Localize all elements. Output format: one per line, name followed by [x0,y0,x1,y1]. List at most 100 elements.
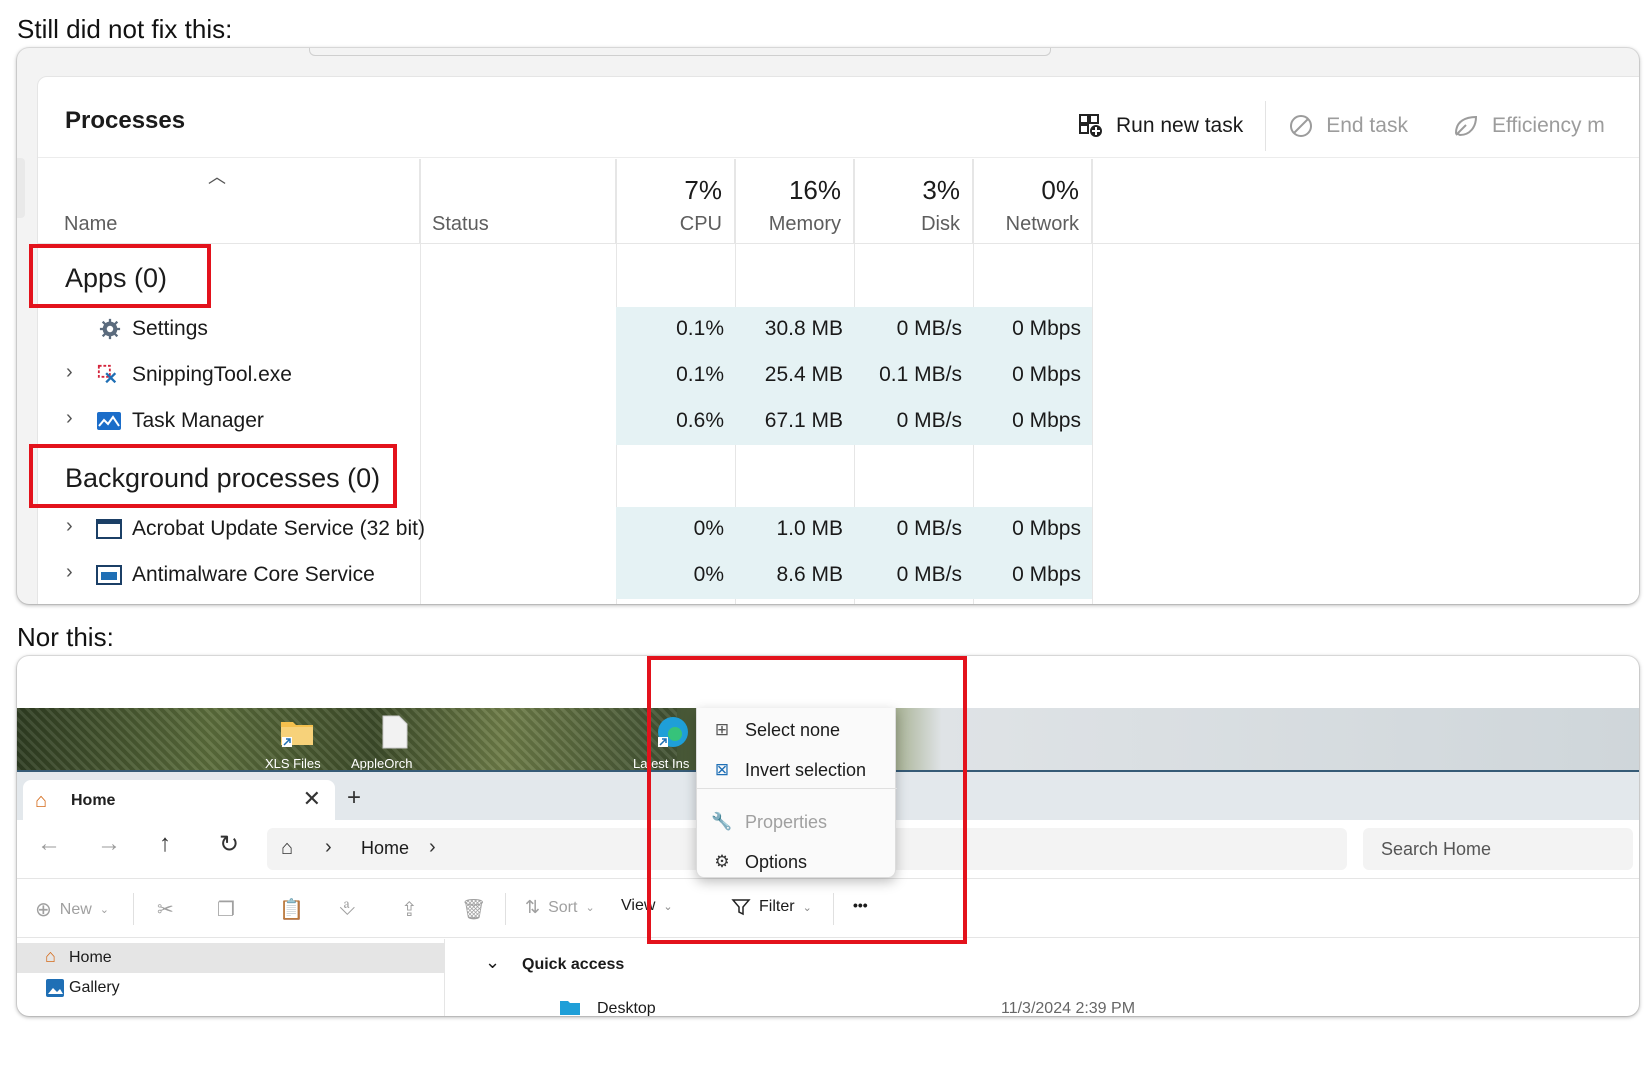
disk-value: 0 MB/s [896,563,962,586]
network-total: 0% [1041,175,1079,205]
column-header-cpu[interactable]: 7% CPU [616,159,735,244]
process-name: Task Manager [132,409,264,432]
highlight-box-background [29,444,397,508]
file-explorer-screenshot: XLS Files AppleOrch Latest Ins ⌂ Home ✕ … [17,656,1639,1016]
share-button[interactable]: ⇪ [401,897,418,922]
chevron-down-icon[interactable]: ⌄ [485,952,500,973]
file-icon[interactable] [377,714,413,750]
chevron-right-icon[interactable]: › [325,836,332,859]
column-label-status: Status [432,213,489,235]
memory-value: 25.4 MB [764,363,843,386]
network-value: 0 Mbps [1012,317,1081,340]
divider [133,893,134,925]
column-header-memory[interactable]: 16% Memory [735,159,854,244]
memory-value: 8.6 MB [776,563,843,586]
table-row[interactable]: Settings 0.1% 30.8 MB 0 MB/s 0 Mbps [38,307,1128,353]
chevron-right-icon[interactable]: › [66,561,73,584]
folder-icon [560,1001,580,1015]
desktop-label: XLS Files [265,756,321,770]
table-row[interactable]: › Task Manager 0.6% 67.1 MB 0 MB/s 0 Mbp… [38,399,1128,445]
cpu-value: 0% [693,517,724,540]
process-name: Acrobat Update Service (32 bit) [132,517,425,540]
trash-icon: 🗑 [461,899,487,921]
wallpaper-texture [17,708,677,770]
column-header-name[interactable]: ︿ Name [38,159,420,244]
nav-item-gallery[interactable]: Gallery [17,973,445,1003]
column-label-memory: Memory [768,213,841,235]
delete-button[interactable]: 🗑 [461,897,486,922]
column-header-status[interactable]: Status [420,159,616,244]
paste-button[interactable]: 📋 [279,897,304,922]
chevron-right-icon[interactable]: › [66,361,73,384]
process-name: Settings [132,317,208,340]
chevron-right-icon[interactable]: › [66,515,73,538]
disk-value: 0 MB/s [896,517,962,540]
memory-value: 1.0 MB [776,517,843,540]
desktop-label: AppleOrch [351,756,413,770]
run-new-task-button[interactable]: Run new task [1056,101,1265,151]
table-row[interactable]: › SnippingTool.exe 0.1% 25.4 MB 0.1 MB/s… [38,353,1128,399]
run-new-task-label: Run new task [1116,114,1244,137]
disk-value: 0 MB/s [896,317,962,340]
network-value: 0 Mbps [1012,517,1081,540]
sort-button[interactable]: ⇅ Sort ⌄ [525,897,595,918]
page-title: Processes [65,107,186,134]
column-label-network: Network [1005,213,1079,235]
tab-home[interactable]: ⌂ Home ✕ [23,780,335,824]
window-icon [96,519,122,539]
home-icon: ⌂ [35,790,48,812]
column-label-disk: Disk [921,213,960,235]
back-arrow-icon[interactable]: ← [37,830,61,858]
memory-value: 67.1 MB [764,409,843,432]
refresh-icon[interactable]: ↻ [219,830,239,859]
table-row[interactable]: › Acrobat Update Service (32 bit) 0% 1.0… [38,507,1128,553]
forward-arrow-icon[interactable]: → [97,830,121,858]
copy-button[interactable]: ❐ [217,897,235,922]
close-icon[interactable]: ✕ [303,786,321,812]
share-icon: ⇪ [401,899,418,921]
clipboard-icon: 📋 [279,899,304,921]
scissors-icon: ✂ [157,899,174,921]
efficiency-mode-button[interactable]: Efficiency m [1430,101,1605,151]
search-input[interactable]: Search Home [1363,828,1633,870]
nav-label: Home [69,949,112,966]
new-tab-button[interactable]: + [347,784,361,812]
chevron-right-icon[interactable]: › [66,407,73,430]
search-placeholder: Search Home [1381,839,1492,859]
network-value: 0 Mbps [1012,363,1081,386]
cpu-value: 0.1% [676,317,724,340]
cpu-value: 0.6% [676,409,724,432]
column-header-network[interactable]: 0% Network [973,159,1092,244]
gallery-icon [46,979,64,997]
cut-button[interactable]: ✂ [157,897,174,922]
sort-icon: ⇅ [525,897,541,917]
new-label: New [59,900,92,918]
file-name[interactable]: Desktop [597,1000,656,1016]
breadcrumb-home[interactable]: Home [361,838,409,859]
title-bar-edge [309,48,1051,56]
end-task-label: End task [1326,114,1408,137]
section-header-quick-access[interactable]: Quick access [522,956,624,974]
navigation-pane: ⌂ Home Gallery [17,939,445,1016]
table-row[interactable]: › Antimalware Core Service 0% 8.6 MB 0 M… [38,553,1128,599]
up-arrow-icon[interactable]: ↑ [159,830,171,858]
task-manager-icon [97,412,121,430]
cpu-total: 7% [684,175,722,205]
highlight-box-apps [29,244,211,308]
disk-total: 3% [922,175,960,205]
cpu-value: 0% [693,563,724,586]
nav-item-home[interactable]: ⌂ Home [17,943,445,973]
column-header-disk[interactable]: 3% Disk [854,159,973,244]
plus-circle-icon: ⊕ [35,899,52,921]
process-name: Antimalware Core Service [132,563,375,586]
end-task-button[interactable]: End task [1266,101,1430,151]
folder-icon[interactable] [279,714,315,750]
chevron-right-icon[interactable]: › [429,836,436,859]
gear-icon [99,318,121,340]
rename-button[interactable]: ⎀ [339,897,355,920]
process-name: SnippingTool.exe [132,363,292,386]
nav-label: Gallery [69,979,120,996]
new-button[interactable]: ⊕ New ⌄ [35,897,109,922]
disk-value: 0.1 MB/s [879,363,962,386]
memory-total: 16% [788,175,841,205]
